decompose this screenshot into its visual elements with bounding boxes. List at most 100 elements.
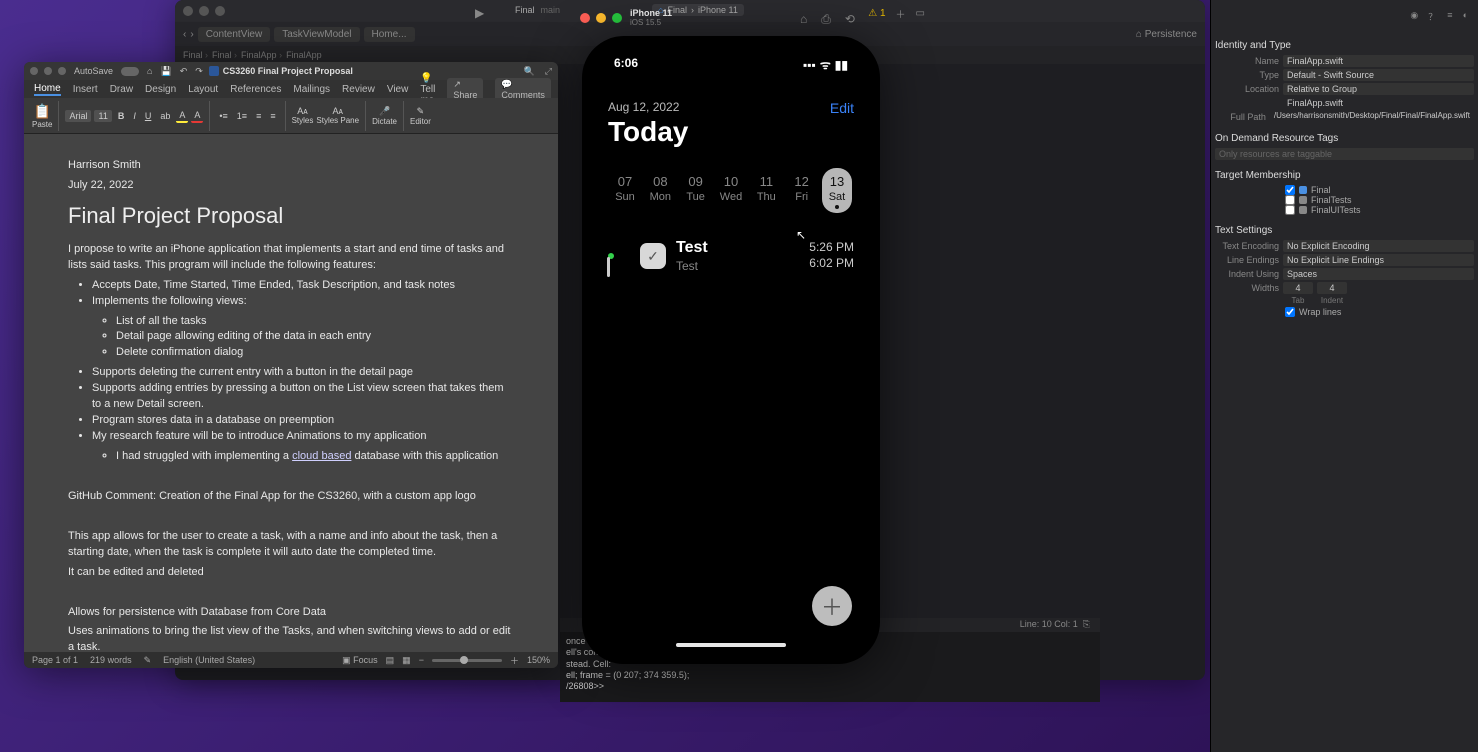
styles-icon[interactable]: Aᴀ [292, 106, 314, 116]
tab-home[interactable]: Home [34, 83, 61, 96]
day-cell-active[interactable]: 13Sat [822, 168, 852, 213]
tab-design[interactable]: Design [145, 84, 176, 95]
location-select[interactable]: Relative to Group [1283, 83, 1474, 95]
zoom-slider[interactable] [432, 659, 502, 662]
word-status-bar: Page 1 of 1 219 words ✎ English (United … [24, 652, 558, 668]
week-strip[interactable]: 07Sun 08Mon 09Tue 10Wed 11Thu 12Fri 13Sa… [610, 168, 852, 213]
undo-icon[interactable]: ↶ [180, 66, 188, 77]
add-task-button[interactable]: ＋ [812, 586, 852, 626]
day-cell[interactable]: 10Wed [716, 168, 746, 213]
underline-button[interactable]: U [142, 110, 155, 122]
ribbon-toggle-icon[interactable]: ⤢ [545, 66, 552, 77]
back-icon[interactable]: ‹ [183, 29, 186, 40]
size-select[interactable]: 11 [94, 110, 111, 122]
font-select[interactable]: Arial [65, 110, 91, 122]
indent-select[interactable]: Spaces [1283, 268, 1474, 280]
spell-icon[interactable]: ✎ [144, 655, 152, 666]
persistence-tab[interactable]: ⌂ Persistence [1136, 29, 1197, 40]
zoom-value[interactable]: 150% [527, 655, 550, 665]
wrap-lines-checkbox[interactable]: Wrap lines [1215, 307, 1474, 317]
day-cell[interactable]: 11Thu [751, 168, 781, 213]
editor-tab[interactable]: TaskViewModel [274, 27, 359, 42]
line-endings-select[interactable]: No Explicit Line Endings [1283, 254, 1474, 266]
tab-insert[interactable]: Insert [73, 84, 98, 95]
document-area[interactable]: Harrison Smith July 22, 2022 Final Proje… [24, 134, 558, 652]
tab-draw[interactable]: Draw [110, 84, 133, 95]
indent-width[interactable]: 4 [1317, 282, 1347, 294]
type-select[interactable]: Default - Swift Source [1283, 69, 1474, 81]
target-checkbox[interactable]: FinalTests [1215, 195, 1474, 205]
editor-tab[interactable]: Home... [364, 27, 415, 42]
task-row[interactable]: ✓ Test Test 5:26 PM 6:02 PM [608, 239, 854, 273]
battery-icon: ▮▮ [835, 58, 848, 72]
tab-width[interactable]: 4 [1283, 282, 1313, 294]
zoom-in[interactable]: ＋ [510, 654, 519, 667]
color-button[interactable]: A [191, 109, 203, 123]
toggle-icon[interactable] [121, 67, 139, 76]
word-count[interactable]: 219 words [90, 655, 132, 665]
language[interactable]: English (United States) [163, 655, 255, 665]
inspector-tab-icon[interactable]: ≡ [1447, 10, 1452, 32]
view-icon[interactable]: ▤ [386, 655, 395, 666]
tab-review[interactable]: Review [342, 84, 375, 95]
strike-button[interactable]: ab [157, 110, 173, 122]
tab-view[interactable]: View [387, 84, 409, 95]
dictate-icon[interactable]: 🎤 [372, 106, 397, 117]
fwd-icon[interactable]: › [190, 29, 193, 40]
xcode-traffic-lights[interactable] [183, 6, 225, 16]
align-center-button[interactable]: ≡ [267, 110, 278, 122]
day-cell[interactable]: 07Sun [610, 168, 640, 213]
sim-traffic-lights[interactable] [580, 13, 622, 23]
edit-button[interactable]: Edit [830, 100, 854, 116]
tab-references[interactable]: References [230, 84, 281, 95]
date: July 22, 2022 [68, 178, 514, 194]
target-checkbox[interactable]: Final [1215, 185, 1474, 195]
save-icon[interactable]: 💾 [160, 66, 171, 77]
align-left-button[interactable]: ≡ [253, 110, 264, 122]
home-icon[interactable]: ⌂ [800, 12, 807, 27]
word-traffic-lights[interactable] [30, 67, 66, 75]
page-count[interactable]: Page 1 of 1 [32, 655, 78, 665]
signal-icon: ▪▪▪ [803, 58, 816, 72]
editor-icon[interactable]: ✎ [410, 106, 431, 117]
zoom-out[interactable]: − [419, 655, 424, 665]
day-cell[interactable]: 09Tue [681, 168, 711, 213]
view-icon[interactable]: ▦ [402, 655, 411, 666]
iphone-screen[interactable]: 6:06 ▪▪▪ᯤ▮▮ Aug 12, 2022 Today Edit 07Su… [594, 48, 868, 652]
styles-pane-icon[interactable]: Aᴀ [316, 106, 359, 116]
search-icon[interactable]: 🔍 [524, 66, 535, 77]
library-icon[interactable]: ▭ [916, 8, 925, 19]
task-title: Test [676, 239, 799, 257]
italic-button[interactable]: I [130, 110, 139, 122]
numbers-button[interactable]: 1≡ [234, 110, 250, 122]
inspector-tab-icon[interactable]: ？ [1428, 10, 1437, 32]
editor-tab[interactable]: ContentView [198, 27, 271, 42]
plus-icon[interactable]: ＋ [896, 6, 906, 21]
page[interactable]: Harrison Smith July 22, 2022 Final Proje… [34, 142, 548, 652]
name-field[interactable]: FinalApp.swift [1283, 55, 1474, 67]
run-button[interactable]: ▶ [475, 6, 484, 20]
home-icon[interactable]: ⌂ [147, 66, 152, 76]
home-indicator[interactable] [676, 643, 786, 647]
checkbox-icon[interactable]: ✓ [640, 243, 666, 269]
xcode-inspector: ◉ ？ ≡ ◐ Identity and Type NameFinalApp.s… [1210, 0, 1478, 752]
tab-layout[interactable]: Layout [188, 84, 218, 95]
inspector-tab-icon[interactable]: ◐ [1463, 10, 1468, 32]
bullets-button[interactable]: •≡ [216, 110, 230, 122]
redo-icon[interactable]: ↷ [195, 66, 203, 77]
day-cell[interactable]: 08Mon [645, 168, 675, 213]
paragraph: GitHub Comment: Creation of the Final Ap… [68, 489, 514, 505]
doc-heading: Final Project Proposal [68, 200, 514, 232]
day-cell[interactable]: 12Fri [787, 168, 817, 213]
screenshot-icon[interactable]: ⎙ [821, 12, 831, 27]
rotate-icon[interactable]: ⟲ [845, 12, 855, 27]
highlight-button[interactable]: A [176, 109, 188, 123]
paste-icon[interactable]: 📋 [32, 103, 52, 120]
inspector-tab-icon[interactable]: ◉ [1410, 10, 1418, 32]
encoding-select[interactable]: No Explicit Encoding [1283, 240, 1474, 252]
target-checkbox[interactable]: FinalUITests [1215, 205, 1474, 215]
focus-button[interactable]: ▣ Focus [342, 655, 378, 666]
autosave-toggle[interactable]: AutoSave [74, 66, 113, 76]
tab-mailings[interactable]: Mailings [293, 84, 330, 95]
bold-button[interactable]: B [115, 110, 128, 122]
